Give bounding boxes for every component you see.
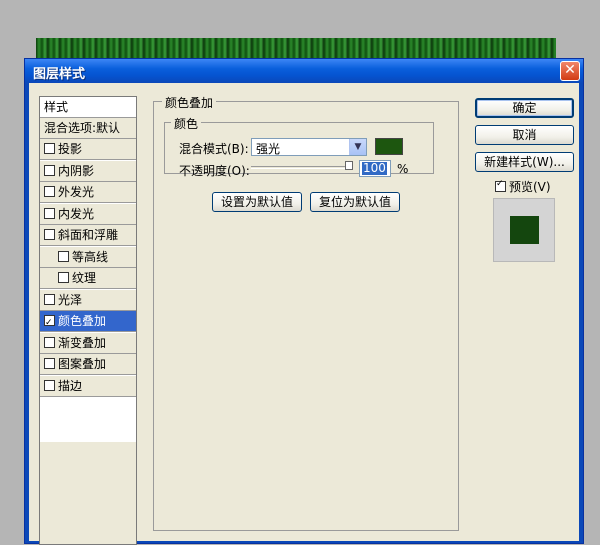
- opacity-slider-thumb[interactable]: [345, 161, 353, 170]
- opacity-label: 不透明度(O):: [179, 164, 250, 178]
- window-frame-right: [579, 83, 583, 543]
- color-group-title: 颜色: [171, 115, 202, 132]
- style-item[interactable]: 图案叠加: [40, 354, 136, 375]
- checkbox-icon[interactable]: [44, 186, 55, 197]
- checkbox-icon[interactable]: [44, 336, 55, 348]
- checkbox-icon[interactable]: [44, 143, 55, 154]
- checkbox-icon[interactable]: [44, 207, 55, 219]
- color-overlay-group: 颜色叠加 颜色 混合模式(B): 强光 ▼ 不透明度(O): 100 % 设置为…: [153, 94, 459, 531]
- dialog-title: 图层样式: [33, 67, 86, 82]
- chevron-down-icon[interactable]: ▼: [349, 139, 366, 155]
- style-item-label: 内阴影: [58, 163, 95, 178]
- style-item[interactable]: 描边: [40, 375, 136, 397]
- preview-checkbox[interactable]: 预览(V): [495, 178, 551, 195]
- checkbox-icon[interactable]: [44, 358, 55, 369]
- style-item-label: 内发光: [58, 206, 95, 221]
- opacity-slider-track[interactable]: [251, 166, 351, 169]
- opacity-unit: %: [397, 162, 409, 176]
- blend-mode-label: 混合模式(B):: [179, 142, 249, 156]
- preview-box: [493, 198, 555, 262]
- style-list-header[interactable]: 样式: [40, 97, 136, 118]
- style-item-label: 斜面和浮雕: [58, 228, 119, 242]
- style-item[interactable]: 颜色叠加: [40, 311, 136, 334]
- blend-mode-value: 强光: [256, 142, 281, 156]
- style-item-label: 外发光: [58, 185, 95, 199]
- checkbox-icon[interactable]: [44, 229, 55, 240]
- style-item-label: 描边: [58, 378, 83, 393]
- preview-check-icon[interactable]: [495, 179, 506, 192]
- checkbox-icon[interactable]: [44, 379, 55, 391]
- checkbox-icon[interactable]: [58, 250, 69, 262]
- style-list-empty-area: [40, 442, 136, 544]
- style-item-label: 图案叠加: [58, 357, 107, 371]
- style-item[interactable]: 内发光: [40, 203, 136, 225]
- style-item[interactable]: 斜面和浮雕: [40, 225, 136, 246]
- style-item-label: 渐变叠加: [58, 335, 107, 350]
- title-bar[interactable]: 图层样式 ✕: [25, 59, 583, 83]
- opacity-input[interactable]: 100: [359, 160, 391, 177]
- style-item[interactable]: 等高线: [40, 246, 136, 268]
- blend-options-item[interactable]: 混合选项:默认: [40, 118, 136, 139]
- cancel-button[interactable]: 取消: [475, 125, 574, 145]
- style-item[interactable]: 投影: [40, 139, 136, 160]
- style-item[interactable]: 内阴影: [40, 160, 136, 182]
- layer-style-dialog: 图层样式 ✕ 样式 混合选项:默认 投影内阴影外发光内发光斜面和浮雕等高线纹理光…: [24, 58, 584, 545]
- reset-default-button[interactable]: 复位为默认值: [310, 192, 400, 212]
- preview-label: 预览(V): [509, 180, 551, 194]
- blend-mode-select[interactable]: 强光 ▼: [251, 138, 367, 156]
- style-item[interactable]: 光泽: [40, 289, 136, 311]
- style-item[interactable]: 外发光: [40, 182, 136, 203]
- style-item-label: 光泽: [58, 292, 83, 307]
- set-default-button[interactable]: 设置为默认值: [212, 192, 302, 212]
- checkbox-icon[interactable]: [44, 293, 55, 305]
- window-frame-left: [25, 83, 29, 543]
- style-list: 样式 混合选项:默认 投影内阴影外发光内发光斜面和浮雕等高线纹理光泽颜色叠加渐变…: [39, 96, 137, 545]
- style-item[interactable]: 纹理: [40, 268, 136, 289]
- opacity-value: 100: [362, 161, 387, 175]
- checkbox-icon[interactable]: [58, 272, 69, 283]
- preview-swatch: [510, 216, 539, 244]
- ok-button[interactable]: 确定: [475, 98, 574, 118]
- style-item-label: 颜色叠加: [58, 314, 107, 328]
- checkbox-icon[interactable]: [44, 313, 55, 334]
- new-style-button[interactable]: 新建样式(W)...: [475, 152, 574, 172]
- close-icon: ✕: [564, 62, 576, 78]
- style-item[interactable]: 渐变叠加: [40, 332, 136, 354]
- color-group: 颜色 混合模式(B): 强光 ▼ 不透明度(O): 100 %: [164, 115, 434, 178]
- close-button[interactable]: ✕: [560, 61, 580, 81]
- style-item-label: 纹理: [72, 271, 97, 285]
- style-item-label: 投影: [58, 142, 83, 156]
- style-item-label: 等高线: [72, 249, 109, 264]
- color-overlay-title: 颜色叠加: [162, 94, 217, 111]
- checkbox-icon[interactable]: [44, 164, 55, 176]
- overlay-color-swatch[interactable]: [375, 138, 403, 155]
